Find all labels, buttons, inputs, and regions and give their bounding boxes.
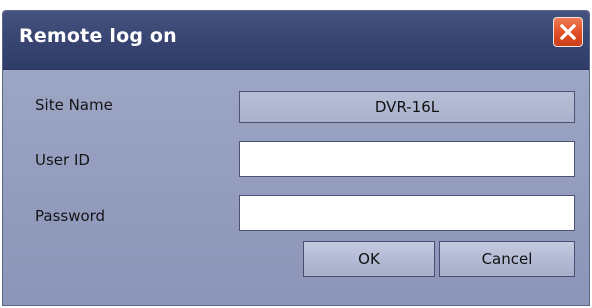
site-name-label: Site Name: [35, 96, 113, 114]
site-name-text: DVR-16L: [374, 98, 440, 116]
close-x-icon: [559, 23, 577, 41]
dialog-titlebar[interactable]: Remote log on: [3, 11, 589, 70]
site-name-value: DVR-16L: [239, 91, 575, 123]
password-input[interactable]: [239, 195, 575, 231]
remote-logon-dialog: Remote log on Site Name DVR-16L User ID …: [2, 10, 590, 306]
dialog-body: Site Name DVR-16L User ID Password OK Ca…: [3, 70, 589, 305]
close-button[interactable]: [553, 17, 583, 47]
user-id-input[interactable]: [239, 141, 575, 177]
password-label: Password: [35, 207, 106, 225]
user-id-label: User ID: [35, 151, 90, 169]
ok-button[interactable]: OK: [303, 241, 435, 277]
dialog-title: Remote log on: [19, 25, 177, 47]
cancel-button[interactable]: Cancel: [439, 241, 575, 277]
